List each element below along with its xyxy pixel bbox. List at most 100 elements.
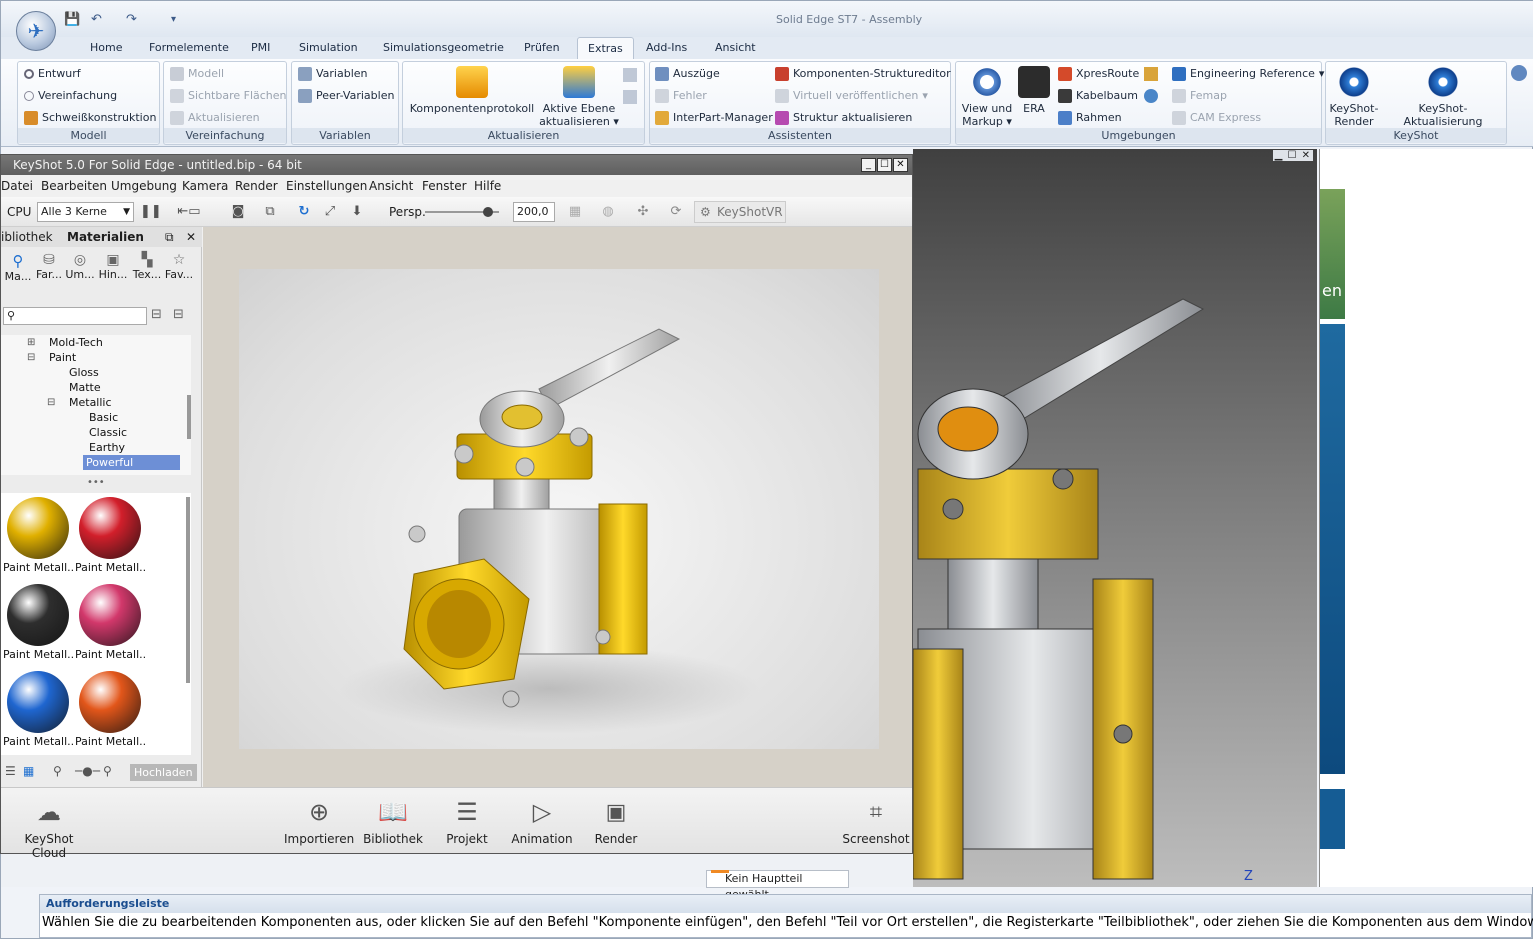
vereinfachung-aktualisieren-button[interactable]: Aktualisieren [170,109,260,127]
category-textures[interactable]: ▚ Tex... [132,252,162,281]
engineering-reference-button[interactable]: Engineering Reference ▾ [1172,65,1324,83]
menu-ansicht[interactable]: Ansicht [369,175,413,197]
material-thumbnail[interactable]: Paint Metall... [75,667,145,748]
modell-button[interactable]: Modell [170,65,224,83]
camera-icon[interactable]: ◙ [223,203,253,221]
menu-render[interactable]: Render [235,175,278,197]
material-thumbnail[interactable]: Paint Metall... [3,580,73,661]
menu-datei[interactable]: Datei [1,175,33,197]
tree-scrollbar[interactable] [187,395,191,439]
auszuege-button[interactable]: Auszüge [655,65,720,83]
folder-remove-icon[interactable]: ⊟ [173,307,184,322]
tab-extras[interactable]: Extras [577,37,634,59]
render-canvas[interactable] [239,269,879,749]
cpu-select[interactable]: Alle 3 Kerne ▼ [37,202,134,222]
tree-item[interactable]: ⊟ Paint [1,350,183,365]
list-view-icon[interactable]: ☰ [5,764,16,778]
menu-fenster[interactable]: Fenster [422,175,467,197]
animation-button[interactable]: ▷ Animation [509,796,575,846]
persp-slider-knob[interactable] [482,207,493,217]
tab-pruefen[interactable]: Prüfen [524,41,560,54]
solid-edge-viewport[interactable]: ▁ ☐ ✕ [913,149,1317,887]
import-button[interactable]: ⊕ Importieren [284,796,354,846]
redo-icon[interactable]: ↷ [126,11,137,29]
thumbs-scrollbar[interactable] [186,497,190,683]
reset-icon[interactable]: ↻ [295,203,313,221]
material-thumbnail[interactable]: Paint Metall... [3,667,73,748]
fehler-button[interactable]: Fehler [655,87,707,105]
material-thumbnail[interactable]: Paint Metall... [75,493,145,574]
view-und-markup-button[interactable]: View und Markup ▾ [959,66,1015,128]
upload-button[interactable]: Hochladen [130,764,197,781]
render-button[interactable]: ▣ Render [589,796,643,847]
komponenten-struktureditor-button[interactable]: Komponenten-Struktureditor [775,65,951,83]
persp-slider[interactable] [425,207,499,217]
femap-button[interactable]: Femap [1172,87,1227,105]
help-icon[interactable] [1511,65,1527,81]
tab-formelemente[interactable]: Formelemente [149,41,229,54]
ground-icon[interactable]: ⬇ [348,203,366,221]
tab-pmi[interactable]: PMI [251,41,270,54]
environment-icon[interactable] [1144,67,1158,81]
keyshot-cloud-button[interactable]: ☁ KeyShot Cloud [9,796,89,860]
category-environments[interactable]: ◎ Um... [65,252,95,281]
tab-home[interactable]: Home [90,41,122,54]
tree-item[interactable]: Powerful [1,455,183,470]
panel-close-icon[interactable]: ✕ [186,227,196,247]
collapse-icon[interactable]: ⊟ [27,350,35,365]
material-thumbnail[interactable]: Paint Metall... [75,580,145,661]
keyshotvr-button[interactable]: ⚙ KeyShotVR [694,201,786,223]
solid-edge-logo-icon[interactable]: ✈ [16,11,56,51]
tab-simulationsgeometrie[interactable]: Simulationsgeometrie [383,41,504,54]
undock-icon[interactable]: ⧉ [165,227,174,247]
edit-links-icon[interactable] [623,90,637,104]
maximize-button[interactable]: ☐ [877,158,892,172]
tree-item[interactable]: ⊟ Metallic [1,395,183,410]
vereinfachung-radio[interactable]: Vereinfachung [24,87,117,105]
schweisskonstruktion-button[interactable]: Schweißkonstruktion [24,109,156,127]
tree-item[interactable]: Classic [1,425,183,440]
tab-ansicht[interactable]: Ansicht [715,41,756,54]
kabelbaum-button[interactable]: Kabelbaum [1058,87,1138,105]
cam-express-button[interactable]: CAM Express [1172,109,1261,127]
variablen-button[interactable]: Variablen [298,65,368,83]
xpresroute-button[interactable]: XpresRoute [1058,65,1139,83]
menu-kamera[interactable]: Kamera [182,175,228,197]
material-thumbnail[interactable]: Paint Metall... [3,493,73,574]
region-icon[interactable]: ⇤▭ [173,203,205,221]
tab-simulation[interactable]: Simulation [299,41,358,54]
category-favorites[interactable]: ☆ Fav... [164,252,194,281]
pause-icon[interactable]: ❚❚ [140,203,162,221]
thumb-size-slider[interactable]: ─●─ [75,764,100,778]
grid-view-icon[interactable]: ▦ [23,764,34,778]
komponentenprotokoll-button[interactable]: Komponentenprotokoll [408,66,536,115]
library-search-input[interactable]: ⚲ [3,307,147,325]
environment-globe-icon[interactable] [1144,89,1158,103]
menu-einstellungen[interactable]: Einstellungen [286,175,367,197]
tree-item[interactable]: Gloss [1,365,183,380]
virtuell-veroeffentlichen-button[interactable]: Virtuell veröffentlichen ▾ [775,87,928,105]
fit-view-icon[interactable]: ⤢ [321,203,339,221]
folder-add-icon[interactable]: ⊟ [151,307,162,322]
menu-hilfe[interactable]: Hilfe [474,175,501,197]
category-materials[interactable]: ⚲ Ma... [3,252,33,283]
collapse-icon[interactable]: ⊟ [47,395,55,410]
save-icon[interactable]: 💾 [64,11,80,29]
library-button[interactable]: 📖 Bibliothek [361,796,425,846]
splitter-handle[interactable]: ••• [87,477,105,488]
persp-input[interactable]: 200,0 [513,202,555,222]
menu-umgebung[interactable]: Umgebung [111,175,177,197]
close-button[interactable]: ✕ [893,158,908,172]
peer-variablen-button[interactable]: Peer-Variablen [298,87,394,105]
sichtbare-flaechen-button[interactable]: Sichtbare Flächen [170,87,287,105]
screenshot-button[interactable]: ⌗ Screenshot [841,796,911,847]
zoom-in-icon[interactable]: ⚲ [103,764,112,778]
tab-add-ins[interactable]: Add-Ins [646,41,687,54]
aktive-ebene-aktualisieren-button[interactable]: Aktive Ebene aktualisieren ▾ [538,66,620,128]
interpart-manager-button[interactable]: InterPart-Manager [655,109,773,127]
tree-item[interactable]: ⊞ Mold-Tech [1,335,183,350]
customize-qat-icon[interactable]: ▾ [171,11,176,29]
keyshot-render-button[interactable]: KeyShot- Render [1328,66,1380,128]
struktur-aktualisieren-button[interactable]: Struktur aktualisieren [775,109,912,127]
keyshot-viewport[interactable] [203,227,912,787]
